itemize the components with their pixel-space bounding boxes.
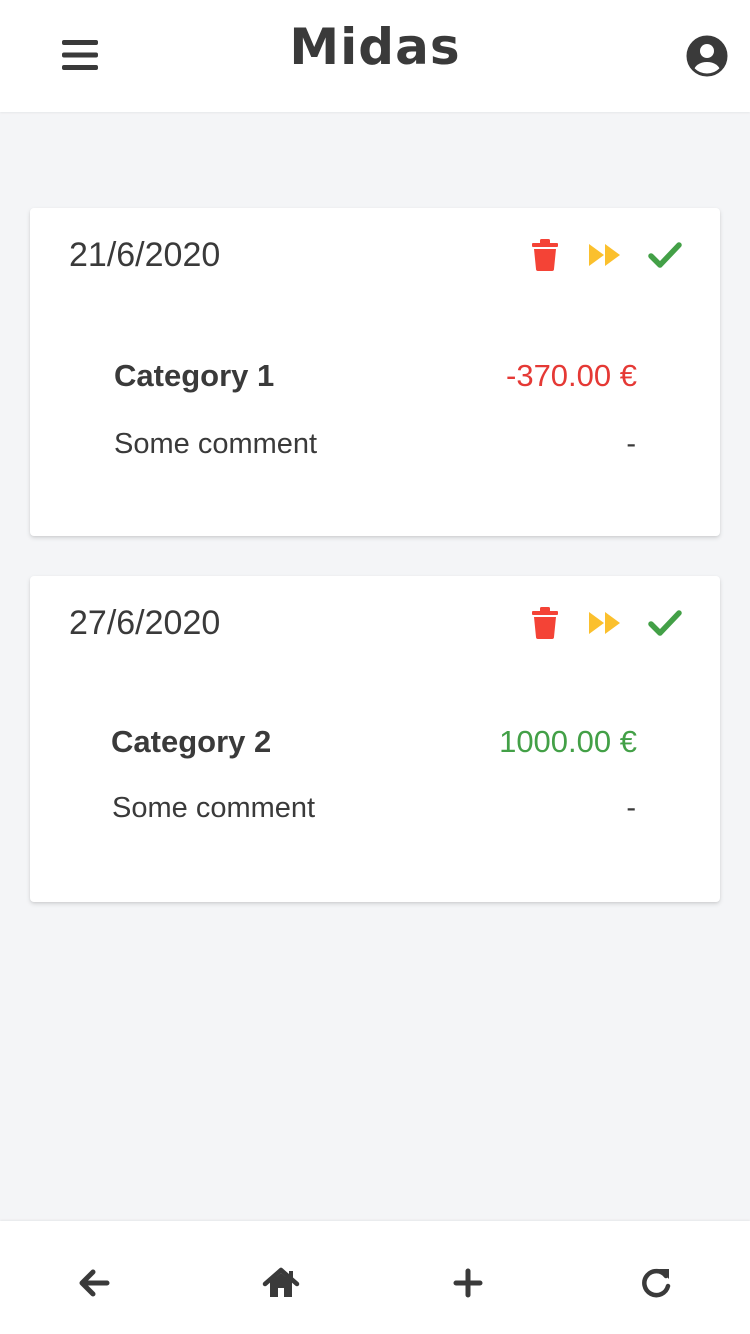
add-button[interactable]: [446, 1261, 490, 1305]
transaction-category: Category 2: [111, 724, 272, 759]
refresh-button[interactable]: [634, 1261, 678, 1305]
transaction-comment: Some comment: [112, 792, 316, 824]
transaction-amount: 1000.00 €: [499, 724, 637, 759]
delete-button[interactable]: [528, 238, 562, 272]
account-circle-icon: [686, 35, 728, 77]
card-actions: [528, 606, 682, 640]
check-icon: [648, 610, 682, 636]
app-title: Midas: [289, 18, 461, 76]
fast-forward-icon: [589, 612, 620, 634]
confirm-button[interactable]: [648, 238, 682, 272]
card-actions: [528, 238, 682, 272]
skip-button[interactable]: [588, 606, 622, 640]
plus-icon: [453, 1268, 483, 1298]
home-icon: [262, 1267, 300, 1297]
transaction-comment-value: -: [626, 792, 636, 824]
app-screen: Midas 21/6/2020 Category 1 -370.00 € Som…: [0, 0, 750, 1334]
check-icon: [648, 242, 682, 268]
trash-icon: [532, 607, 558, 639]
transaction-comment-value: -: [626, 428, 636, 460]
trash-icon: [532, 239, 558, 271]
confirm-button[interactable]: [648, 606, 682, 640]
fast-forward-icon: [589, 244, 620, 266]
transaction-card: 27/6/2020 Category 2 1000.00 € Some comm…: [30, 576, 720, 902]
transaction-card: 21/6/2020 Category 1 -370.00 € Some comm…: [30, 208, 720, 536]
bottom-navigation: [0, 1221, 750, 1334]
transaction-category: Category 1: [114, 358, 275, 393]
top-app-bar: Midas: [0, 0, 750, 112]
transaction-date: 27/6/2020: [69, 604, 221, 642]
account-button[interactable]: [684, 33, 730, 79]
arrow-left-icon: [79, 1269, 110, 1297]
refresh-icon: [642, 1268, 671, 1298]
delete-button[interactable]: [528, 606, 562, 640]
transaction-date: 21/6/2020: [69, 236, 221, 274]
transaction-amount: -370.00 €: [506, 358, 637, 393]
transaction-comment: Some comment: [114, 428, 318, 460]
skip-button[interactable]: [588, 238, 622, 272]
home-button[interactable]: [259, 1261, 303, 1305]
back-button[interactable]: [72, 1261, 116, 1305]
